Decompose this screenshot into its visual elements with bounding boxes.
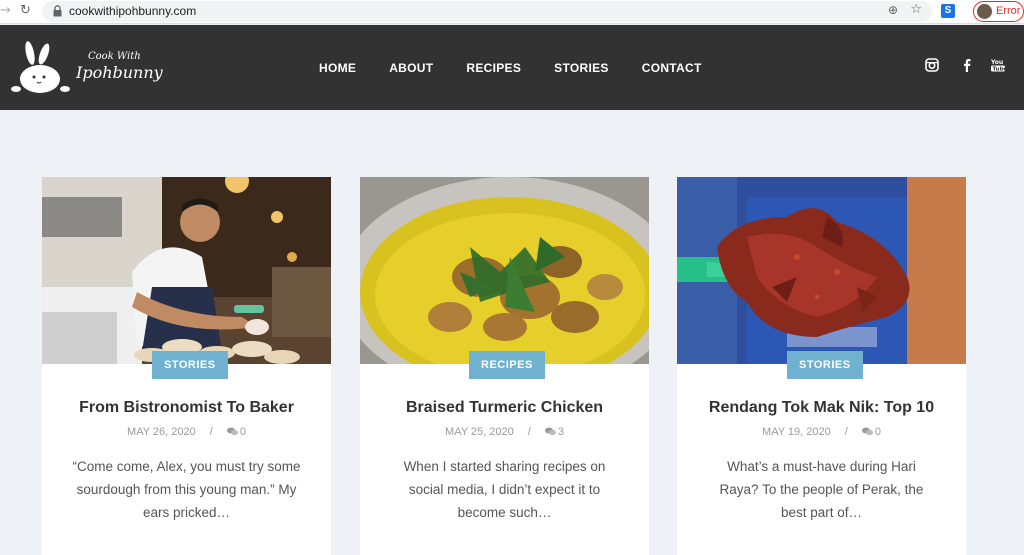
lock-icon [53,5,62,17]
youtube-icon[interactable]: You Tube [991,58,1005,72]
logo-tagline: Cook With [88,51,141,62]
post-excerpt: “Come come, Alex, you must try some sour… [72,459,301,520]
site-logo[interactable]: Cook With Ipohbunny [10,41,163,97]
address-bar[interactable]: cookwithipohbunny.com ⊕ ☆ [42,1,932,22]
post-meta: MAY 25, 2020 / 3 [360,426,649,438]
post-image[interactable] [677,177,966,364]
meta-separator: / [527,426,531,438]
facebook-icon[interactable] [960,58,974,72]
post-image[interactable] [360,177,649,364]
url-text: cookwithipohbunny.com [69,4,197,18]
profile-status: Error [996,5,1021,17]
post-card[interactable]: STORIES From Bistronomist To Baker MAY 2… [42,177,331,555]
comment-icon [544,427,556,436]
post-excerpt: When I started sharing recipes on social… [403,459,606,520]
category-badge[interactable]: STORIES [787,351,863,379]
nav-stories[interactable]: STORIES [554,61,609,75]
comment-count[interactable]: 0 [875,426,881,438]
svg-text:You: You [991,59,1003,66]
extension-icon[interactable]: S [941,4,955,18]
post-title[interactable]: From Bistronomist To Baker [42,399,331,417]
comment-count[interactable]: 3 [558,426,564,438]
nav-about[interactable]: ABOUT [389,61,433,75]
browser-toolbar: → ↻ cookwithipohbunny.com ⊕ ☆ S Error [0,0,1024,24]
nav-recipes[interactable]: RECIPES [466,61,521,75]
nav-contact[interactable]: CONTACT [642,61,702,75]
post-date: MAY 26, 2020 [127,426,196,438]
zoom-icon[interactable]: ⊕ [888,3,898,17]
bunny-logo-icon [11,41,70,93]
post-meta: MAY 19, 2020 / 0 [677,426,966,438]
post-date: MAY 25, 2020 [445,426,514,438]
post-date: MAY 19, 2020 [762,426,831,438]
back-icon[interactable]: → [0,3,11,18]
comment-count[interactable]: 0 [240,426,246,438]
comment-icon [226,427,238,436]
post-title[interactable]: Braised Turmeric Chicken [360,399,649,417]
post-card[interactable]: STORIES Rendang Tok Mak Nik: Top 10 MAY … [677,177,966,555]
profile-button[interactable]: Error [973,1,1024,22]
post-meta: MAY 26, 2020 / 0 [42,426,331,438]
meta-separator: / [844,426,848,438]
post-image[interactable] [42,177,331,364]
post-card[interactable]: RECIPES Braised Turmeric Chicken MAY 25,… [360,177,649,555]
main-navigation: HOME ABOUT RECIPES STORIES CONTACT [319,61,735,75]
post-excerpt: What’s a must-have during Hari Raya? To … [719,459,924,520]
bookmark-star-icon[interactable]: ☆ [910,2,922,17]
avatar [977,4,992,19]
site-header: Cook With Ipohbunny HOME ABOUT RECIPES S… [0,25,1024,110]
reload-icon[interactable]: ↻ [20,3,31,18]
instagram-icon[interactable] [925,58,939,72]
post-title[interactable]: Rendang Tok Mak Nik: Top 10 [677,399,966,417]
category-badge[interactable]: STORIES [152,351,228,379]
nav-home[interactable]: HOME [319,61,356,75]
category-badge[interactable]: RECIPES [469,351,545,379]
meta-separator: / [209,426,213,438]
svg-text:Tube: Tube [993,67,1006,73]
logo-name: Ipohbunny [76,63,163,82]
comment-icon [861,427,873,436]
